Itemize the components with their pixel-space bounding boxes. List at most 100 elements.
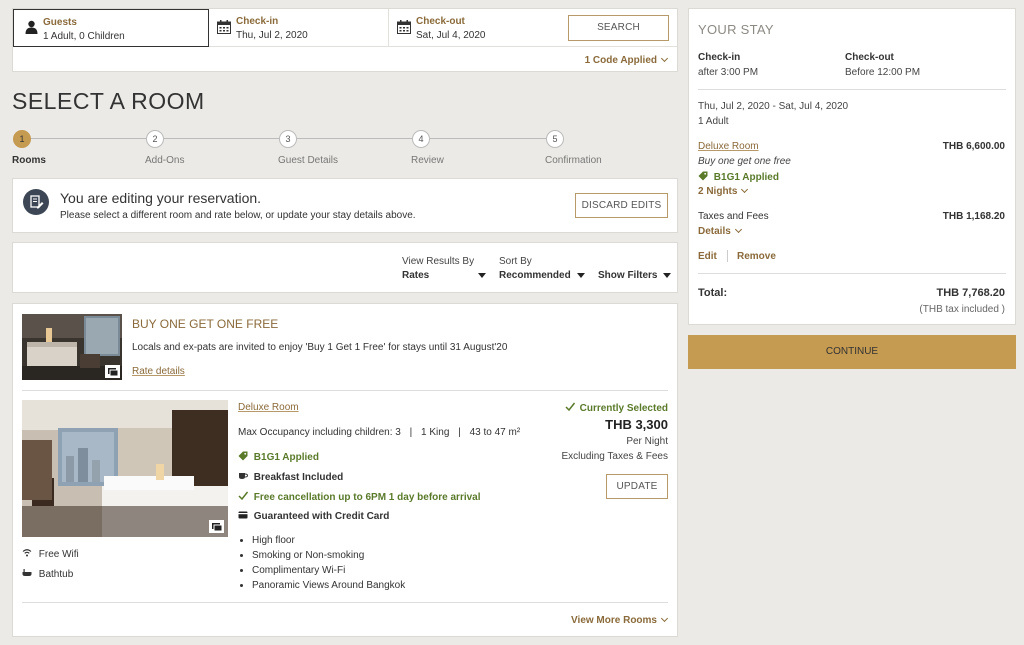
divider (698, 89, 1006, 90)
search-button[interactable]: SEARCH (568, 15, 669, 41)
taxes-details-toggle[interactable]: Details (698, 225, 742, 237)
amenity-label: Bathtub (38, 568, 74, 580)
credit-card-icon (238, 511, 248, 522)
discard-edits-button[interactable]: DISCARD EDITS (575, 193, 668, 218)
stay-dates: Thu, Jul 2, 2020 - Sat, Jul 4, 2020 (698, 101, 849, 112)
guarantee-policy: Guaranteed with Credit Card (238, 511, 389, 522)
view-by-label: View Results By (402, 256, 475, 267)
amenity-label: Free Wifi (38, 548, 79, 560)
stay-promo-applied: B1G1 Applied (698, 171, 779, 184)
per-night-label: Per Night (626, 436, 668, 447)
bed-text: 1 King (421, 427, 450, 438)
gallery-icon[interactable] (209, 520, 224, 533)
checkin-label: Check-in (236, 16, 279, 27)
edit-reservation-icon (23, 189, 49, 215)
list-item: Smoking or Non-smoking (252, 548, 405, 563)
amenity-bathtub: Bathtub (22, 568, 73, 580)
checkout-selector[interactable]: Check-out Sat, Jul 4, 2020 (389, 9, 569, 47)
step-dot-4: 4 (412, 130, 430, 148)
step-dot-3: 3 (279, 130, 297, 148)
guarantee-label: Guaranteed with Credit Card (253, 511, 390, 523)
promo-applied-label: B1G1 Applied (253, 452, 319, 464)
your-stay-title: YOUR STAY (698, 22, 774, 37)
your-stay-panel: YOUR STAY Check-in after 3:00 PM Check-o… (688, 8, 1016, 325)
guests-value: 1 Adult, 0 Children (43, 31, 125, 42)
stay-checkout-label: Check-out (845, 52, 894, 63)
room-price: THB 3,300 (605, 417, 668, 432)
divider (727, 250, 728, 262)
view-more-rooms-link[interactable]: View More Rooms (571, 614, 669, 626)
tag-icon (698, 171, 708, 184)
divider (698, 273, 1006, 274)
nights-label: 2 Nights (698, 186, 738, 197)
excl-taxes-label: Excluding Taxes & Fees (561, 451, 668, 462)
promo-applied: B1G1 Applied (238, 451, 319, 464)
step-label-2: Add-Ons (145, 155, 185, 166)
room-specs: Max Occupancy including children: 3 | 1 … (238, 427, 521, 438)
rate-details-link[interactable]: Rate details (132, 366, 185, 377)
stay-room-link[interactable]: Deluxe Room (698, 141, 759, 152)
chevron-down-icon (734, 225, 742, 234)
stay-promo-label: B1G1 Applied (713, 172, 779, 184)
currently-selected-badge: Currently Selected (565, 402, 668, 414)
view-by-value: Rates (402, 270, 430, 281)
edit-notice-title: You are editing your reservation. (60, 190, 262, 206)
checkin-value: Thu, Jul 2, 2020 (236, 30, 308, 41)
person-icon (25, 20, 38, 34)
checkout-label: Check-out (416, 16, 465, 27)
caret-down-icon (478, 273, 486, 278)
stay-checkin-time: after 3:00 PM (698, 67, 759, 78)
cancellation-label: Free cancellation up to 6PM 1 day before… (253, 491, 481, 503)
room-name-link[interactable]: Deluxe Room (238, 402, 299, 413)
checkin-selector[interactable]: Check-in Thu, Jul 2, 2020 (209, 9, 389, 47)
guests-label: Guests (43, 17, 77, 28)
step-dot-1: 1 (13, 130, 31, 148)
checkmark-icon (565, 402, 575, 414)
room-features-list: High floor Smoking or Non-smoking Compli… (238, 533, 405, 593)
list-item: Complimentary Wi-Fi (252, 563, 405, 578)
divider (22, 602, 668, 603)
caret-down-icon (663, 272, 672, 278)
show-filters-button[interactable]: Show Filters (598, 270, 672, 281)
calendar-icon (217, 20, 231, 37)
codes-applied-label: 1 Code Applied (584, 55, 657, 66)
offer-title: BUY ONE GET ONE FREE (132, 317, 279, 331)
sort-value: Recommended (499, 270, 571, 281)
wifi-icon (22, 548, 32, 560)
checkout-value: Sat, Jul 4, 2020 (416, 30, 486, 41)
update-button[interactable]: UPDATE (606, 474, 668, 499)
checkmark-icon (238, 491, 249, 503)
bathtub-icon (22, 568, 32, 580)
step-label-3: Guest Details (278, 155, 339, 166)
show-filters-label: Show Filters (598, 270, 658, 281)
guests-selector[interactable]: Guests 1 Adult, 0 Children (13, 9, 209, 47)
step-dot-2: 2 (146, 130, 164, 148)
page-title: SELECT A ROOM (12, 88, 205, 114)
view-more-rooms-label: View More Rooms (571, 615, 657, 626)
step-label-5: Confirmation (545, 155, 602, 166)
edit-stay-link[interactable]: Edit (698, 251, 717, 262)
edit-notice-subtitle: Please select a different room and rate … (60, 210, 416, 221)
tag-icon (238, 451, 248, 464)
amenity-wifi: Free Wifi (22, 548, 79, 560)
remove-stay-link[interactable]: Remove (737, 251, 776, 262)
nights-toggle[interactable]: 2 Nights (698, 185, 749, 197)
room-image[interactable] (22, 400, 228, 537)
currently-selected-label: Currently Selected (579, 402, 668, 414)
caret-down-icon (576, 272, 585, 278)
coffee-cup-icon (238, 471, 249, 483)
continue-button[interactable]: CONTINUE (688, 335, 1016, 369)
view-by-dropdown[interactable]: Rates (402, 270, 486, 281)
free-cancellation: Free cancellation up to 6PM 1 day before… (238, 491, 481, 503)
step-dot-5: 5 (546, 130, 564, 148)
rate-results: BUY ONE GET ONE FREE Locals and ex-pats … (12, 303, 678, 637)
codes-applied-link[interactable]: 1 Code Applied (584, 54, 669, 66)
offer-image[interactable] (22, 314, 122, 380)
sort-dropdown[interactable]: Recommended (499, 270, 585, 281)
sort-label: Sort By (499, 256, 532, 267)
tax-note: (THB tax included ) (919, 304, 1005, 315)
gallery-icon[interactable] (105, 365, 120, 378)
edit-notice: You are editing your reservation. Please… (12, 178, 678, 233)
step-label-1: Rooms (12, 155, 46, 166)
progress-steps: 1 Rooms 2 Add-Ons 3 Guest Details 4 Revi… (0, 128, 680, 168)
